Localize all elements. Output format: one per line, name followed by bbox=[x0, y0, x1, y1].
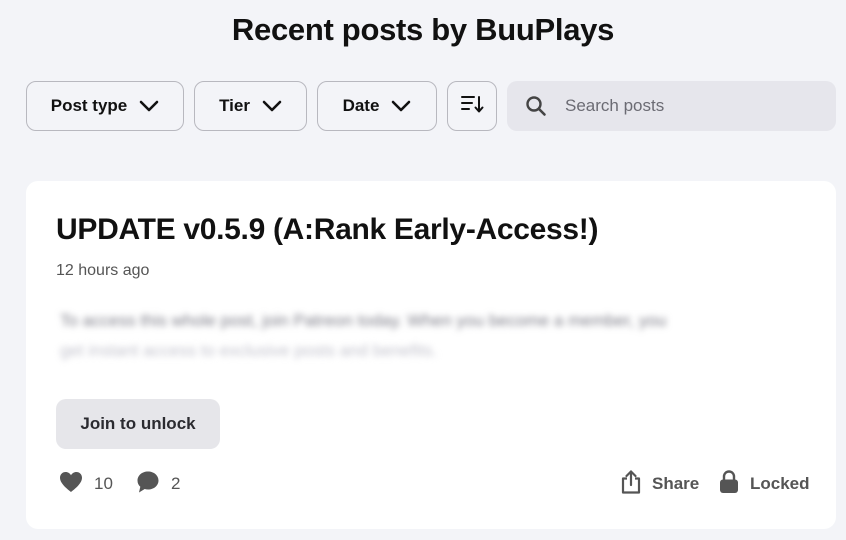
locked-indicator[interactable]: Locked bbox=[718, 469, 810, 500]
post-card: UPDATE v0.5.9 (A:Rank Early-Access!) 12 … bbox=[26, 181, 836, 529]
post-type-filter-label: Post type bbox=[50, 96, 128, 115]
like-count: 10 bbox=[94, 474, 113, 493]
comment-count: 2 bbox=[171, 474, 181, 493]
chevron-down-icon bbox=[139, 100, 159, 112]
post-timestamp: 12 hours ago bbox=[56, 262, 150, 279]
sort-icon bbox=[460, 94, 484, 119]
share-icon bbox=[620, 469, 652, 500]
chevron-down-icon bbox=[391, 100, 411, 112]
locked-preview-text-line: To access this whole post, join Patreon … bbox=[60, 311, 667, 330]
heart-icon bbox=[58, 470, 94, 499]
sort-button[interactable] bbox=[447, 81, 497, 131]
locked-preview-text-line: get instant access to exclusive posts an… bbox=[60, 341, 438, 360]
tier-filter-button[interactable]: Tier bbox=[194, 81, 307, 131]
comments-button[interactable]: 2 bbox=[135, 471, 180, 497]
date-filter-button[interactable]: Date bbox=[317, 81, 437, 131]
page-title: Recent posts by BuuPlays bbox=[231, 12, 615, 47]
lock-icon bbox=[718, 469, 750, 500]
like-button[interactable]: 10 bbox=[58, 471, 113, 497]
post-type-filter-button[interactable]: Post type bbox=[26, 81, 184, 131]
comment-icon bbox=[135, 469, 171, 500]
join-to-unlock-button[interactable]: Join to unlock bbox=[56, 399, 220, 449]
search-icon bbox=[525, 95, 547, 117]
date-filter-label: Date bbox=[342, 96, 380, 115]
share-label: Share bbox=[652, 474, 700, 493]
share-button[interactable]: Share bbox=[620, 469, 700, 500]
locked-label: Locked bbox=[750, 474, 810, 493]
search-input[interactable] bbox=[565, 96, 805, 116]
post-title[interactable]: UPDATE v0.5.9 (A:Rank Early-Access!) bbox=[56, 213, 598, 247]
search-box[interactable] bbox=[507, 81, 836, 131]
chevron-down-icon bbox=[262, 100, 282, 112]
tier-filter-label: Tier bbox=[219, 96, 250, 115]
